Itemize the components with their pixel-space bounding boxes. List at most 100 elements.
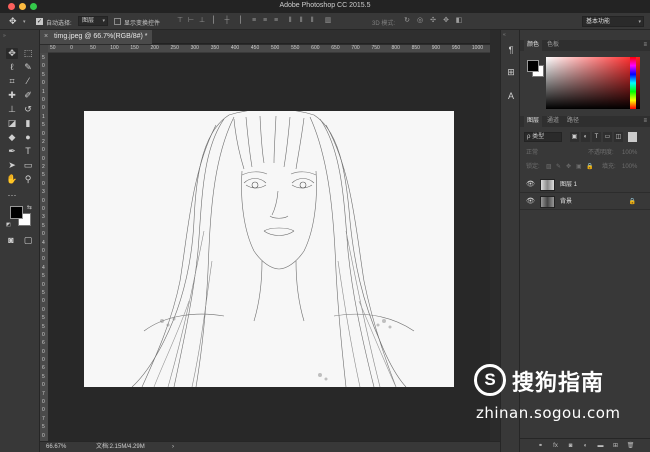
distribute-bottom-icon[interactable]: ≡ xyxy=(272,17,280,25)
vertical-ruler[interactable]: 5050100150200250300350400450500550600650… xyxy=(40,53,48,441)
swap-colors-icon[interactable]: ⇆ xyxy=(27,204,32,211)
panel-menu-icon[interactable]: ≡ xyxy=(643,40,647,51)
filter-shape-icon[interactable]: ▭ xyxy=(603,132,612,142)
clone-stamp-tool-icon[interactable]: ⊥ xyxy=(6,104,18,115)
quick-select-tool-icon[interactable]: ✎ xyxy=(22,62,34,73)
tab-layers[interactable]: 图层 xyxy=(524,116,543,127)
align-left-icon[interactable]: ▏ xyxy=(212,17,220,25)
eraser-tool-icon[interactable]: ◪ xyxy=(6,118,18,129)
default-colors-icon[interactable]: ◩ xyxy=(6,222,11,228)
expand-dock-icon[interactable]: « xyxy=(503,32,506,38)
tab-channels[interactable]: 通道 xyxy=(544,116,562,127)
ruler-origin[interactable] xyxy=(40,45,48,53)
blend-mode-select[interactable]: 正常 xyxy=(526,148,538,158)
screen-mode-icon[interactable]: ▢ xyxy=(22,235,34,246)
lock-all-icon[interactable]: 🔒 xyxy=(586,162,593,172)
layer-kind-filter[interactable]: ρ 类型 xyxy=(524,132,562,142)
healing-brush-tool-icon[interactable]: ✚ xyxy=(6,90,18,101)
color-spectrum-field[interactable] xyxy=(546,57,640,109)
more-tools-icon[interactable]: ··· xyxy=(6,190,18,201)
zoom-tool-icon[interactable]: ⚲ xyxy=(22,174,34,185)
hand-tool-icon[interactable]: ✋ xyxy=(6,174,18,185)
filter-toggle-icon[interactable] xyxy=(628,132,637,142)
align-hcenter-icon[interactable]: ┼ xyxy=(223,17,231,25)
rectangle-tool-icon[interactable]: ▭ xyxy=(22,160,34,171)
new-adjustment-layer-icon[interactable]: ◐ xyxy=(581,441,590,451)
path-select-tool-icon[interactable]: ➤ xyxy=(6,160,18,171)
tool-preset-dropdown-icon[interactable]: ▾ xyxy=(23,19,26,25)
layer-name[interactable]: 图层 1 xyxy=(560,177,577,193)
eyedropper-tool-icon[interactable]: ⁄ xyxy=(22,76,34,87)
distribute-left-icon[interactable]: ⦀ xyxy=(286,17,294,25)
quick-mask-icon[interactable]: ◙ xyxy=(5,235,17,246)
workspace-switcher[interactable]: 基本功能 ▾ xyxy=(582,16,644,27)
horizontal-ruler[interactable]: 50 0 50 100 150 200 250 300 350 400 450 500 550 600 65… xyxy=(48,45,490,53)
auto-select-checkbox[interactable]: ✓ xyxy=(36,18,43,25)
lock-position-icon[interactable]: ✥ xyxy=(566,162,571,172)
visibility-eye-icon[interactable]: 👁 xyxy=(526,197,535,205)
fill-value[interactable]: 100% xyxy=(622,162,637,172)
new-layer-icon[interactable]: ⊞ xyxy=(611,441,620,451)
zoom-level[interactable]: 66.67% xyxy=(46,442,66,452)
panel-foreground-swatch[interactable] xyxy=(527,60,539,72)
distribute-right-icon[interactable]: ⦀ xyxy=(308,17,316,25)
slide-3d-icon[interactable]: ✥ xyxy=(442,17,450,25)
type-tool-icon[interactable]: T xyxy=(22,146,34,157)
move-tool-preset-icon[interactable]: ✥ xyxy=(9,17,17,26)
filter-adjustment-icon[interactable]: ◐ xyxy=(581,132,590,142)
lock-artboard-icon[interactable]: ▣ xyxy=(576,162,582,172)
align-top-icon[interactable]: ⊤ xyxy=(176,17,184,25)
distribute-top-icon[interactable]: ≡ xyxy=(250,17,258,25)
tab-color[interactable]: 颜色 xyxy=(524,40,543,51)
canvas-area[interactable] xyxy=(48,53,490,441)
pen-tool-icon[interactable]: ✒ xyxy=(6,146,18,157)
tab-swatches[interactable]: 色板 xyxy=(544,40,562,51)
blur-tool-icon[interactable]: ◆ xyxy=(6,132,18,143)
layer-name[interactable]: 背景 xyxy=(560,194,572,210)
auto-select-target-select[interactable]: 图层 ▾ xyxy=(78,16,108,26)
layer-row-background[interactable]: 👁 背景 🔒 xyxy=(520,194,650,210)
lock-transparent-icon[interactable]: ▨ xyxy=(546,162,552,172)
visibility-eye-icon[interactable]: 👁 xyxy=(526,180,535,188)
layers-panel-menu-icon[interactable]: ≡ xyxy=(643,116,647,127)
drag-3d-icon[interactable]: ✣ xyxy=(429,17,437,25)
rotate-3d-icon[interactable]: ↻ xyxy=(403,17,411,25)
distribute-hcenter-icon[interactable]: ⦀ xyxy=(297,17,305,25)
paragraph-panel-icon[interactable]: ¶ xyxy=(505,44,517,56)
lock-pixels-icon[interactable]: ✎ xyxy=(556,162,561,172)
properties-panel-icon[interactable]: ⊞ xyxy=(505,66,517,78)
close-tab-icon[interactable]: × xyxy=(44,30,48,44)
marquee-tool-icon[interactable]: ⬚ xyxy=(22,48,34,59)
layer-style-fx-icon[interactable]: fx xyxy=(551,441,560,451)
show-transform-controls-checkbox[interactable] xyxy=(114,18,121,25)
document-canvas-image[interactable] xyxy=(84,111,454,387)
auto-align-icon[interactable]: ▥ xyxy=(324,17,332,25)
hue-slider[interactable] xyxy=(630,57,636,109)
tab-paths[interactable]: 路径 xyxy=(564,116,582,127)
brush-tool-icon[interactable]: ✐ xyxy=(22,90,34,101)
roll-3d-icon[interactable]: ◎ xyxy=(416,17,424,25)
gradient-tool-icon[interactable]: ▮ xyxy=(22,118,34,129)
lasso-tool-icon[interactable]: ℓ xyxy=(6,62,18,73)
move-tool-icon[interactable]: ✥ xyxy=(6,48,18,59)
layer-lock-icon[interactable]: 🔒 xyxy=(629,194,636,210)
crop-tool-icon[interactable]: ⌗ xyxy=(6,76,18,87)
delete-layer-trash-icon[interactable]: 🗑 xyxy=(626,441,635,451)
dodge-tool-icon[interactable]: ● xyxy=(22,132,34,143)
filter-pixel-icon[interactable]: ▣ xyxy=(570,132,579,142)
scale-3d-icon[interactable]: ◧ xyxy=(455,17,463,25)
align-right-icon[interactable]: ▕ xyxy=(234,17,242,25)
foreground-color-swatch[interactable] xyxy=(10,206,23,219)
filter-smart-object-icon[interactable]: ◫ xyxy=(614,132,623,142)
new-group-folder-icon[interactable]: ▬ xyxy=(596,441,605,451)
opacity-value[interactable]: 100% xyxy=(622,148,637,158)
link-layers-icon[interactable]: ⚭ xyxy=(536,441,545,451)
distribute-vcenter-icon[interactable]: ≡ xyxy=(261,17,269,25)
add-mask-icon[interactable]: ◙ xyxy=(566,441,575,451)
document-tab[interactable]: × timg.jpeg @ 66.7%(RGB/8#) * xyxy=(40,30,152,44)
filter-type-icon[interactable]: T xyxy=(592,132,601,142)
character-panel-icon[interactable]: A xyxy=(505,90,517,102)
collapse-toolbar-icon[interactable]: » xyxy=(3,33,6,39)
align-vcenter-icon[interactable]: ⊢ xyxy=(187,17,195,25)
layer-row-layer-1[interactable]: 👁 图层 1 xyxy=(520,177,650,193)
